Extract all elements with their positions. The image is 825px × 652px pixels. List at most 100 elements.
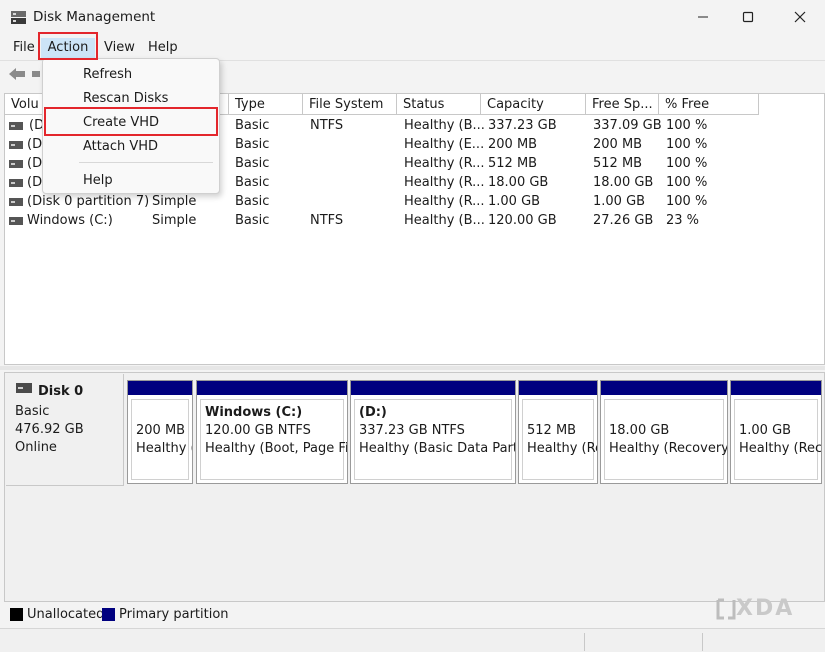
partition-size: 337.23 GB NTFS [359,423,465,438]
close-button[interactable] [777,0,823,34]
primary-partition-bar [519,381,597,395]
menu-view[interactable]: View [104,38,135,58]
partition-title: Windows (C:) [205,405,303,420]
volume-type: Basic [235,137,270,152]
volume-status: Healthy (R... [404,175,485,190]
status-segment [584,633,585,651]
volume-percent-free: 100 % [666,175,708,190]
partition-details: 18.00 GB Healthy (Recovery I [604,399,728,480]
partition-details: (D:) 337.23 GB NTFS Healthy (Basic Data … [354,399,516,480]
volume-free-space: 27.26 GB [593,213,654,228]
xda-logo-icon [716,598,736,620]
minimize-icon [698,16,708,18]
disk-0-label[interactable]: Disk 0 Basic 476.92 GB Online [6,374,124,486]
volume-row[interactable]: (Disk 0 partition 7) Simple Basic Health… [5,193,824,211]
volume-free-space: 200 MB [593,137,643,152]
partition-details: Windows (C:) 120.00 GB NTFS Healthy (Boo… [200,399,347,480]
partition-status: Healthy (Basic Data Partiti [359,441,516,456]
xda-watermark-text: XDA [736,596,795,621]
column-status[interactable]: Status [397,94,481,115]
column-capacity[interactable]: Capacity [481,94,586,115]
volume-percent-free: 100 % [666,156,708,171]
close-icon [794,11,806,23]
volume-status: Healthy (R... [404,194,485,209]
volume-capacity: 1.00 GB [488,194,541,209]
status-bar [0,628,825,652]
partition-block[interactable]: 1.00 GB Healthy (Reco [730,380,822,484]
back-arrow-icon[interactable] [8,67,26,81]
primary-partition-swatch [102,608,115,621]
primary-partition-bar [128,381,192,395]
disk-name: Disk 0 [38,384,84,399]
maximize-icon [742,11,754,23]
forward-arrow-icon[interactable] [32,71,40,77]
pane-splitter[interactable] [0,366,825,370]
disk-size: 476.92 GB [15,422,84,437]
volume-free-space: 1.00 GB [593,194,646,209]
partition-status: Healthy (Re [527,441,598,456]
column-free-space[interactable]: Free Sp... [586,94,659,115]
column-file-system[interactable]: File System [303,94,397,115]
primary-partition-bar [731,381,821,395]
volume-icon [9,160,23,168]
volume-capacity: 337.23 GB [488,118,557,133]
partition-title [527,404,590,422]
partition-details: 200 MB Healthy ( [131,399,193,480]
volume-type: Basic [235,194,270,209]
volume-type: Basic [235,118,270,133]
volume-free-space: 337.09 GB [593,118,662,133]
volume-capacity: 200 MB [488,137,538,152]
unallocated-swatch [10,608,23,621]
menu-separator [79,162,213,163]
legend: Unallocated Primary partition [0,603,825,627]
volume-status: Healthy (B... [404,213,485,228]
partition-block[interactable]: (D:) 337.23 GB NTFS Healthy (Basic Data … [350,380,516,484]
menu-file[interactable]: File [13,38,35,58]
disk-state: Online [15,440,57,455]
partition-block[interactable]: 200 MB Healthy ( [127,380,193,484]
volume-free-space: 512 MB [593,156,643,171]
volume-status: Healthy (B... [404,118,485,133]
partition-size: 200 MB [136,423,186,438]
legend-unallocated: Unallocated [27,607,105,622]
menu-bar: File Action View Help [0,34,825,60]
volume-capacity: 512 MB [488,156,538,171]
partition-block[interactable]: 512 MB Healthy (Re [518,380,598,484]
action-menu-highlight [38,32,98,60]
minimize-button[interactable] [680,0,726,34]
partition-details: 1.00 GB Healthy (Reco [734,399,821,480]
volume-icon [9,198,23,206]
menu-help[interactable]: Help [148,38,178,58]
volume-type: Basic [235,175,270,190]
menu-item-refresh[interactable]: Refresh [47,63,217,87]
primary-partition-bar [601,381,727,395]
partition-block[interactable]: Windows (C:) 120.00 GB NTFS Healthy (Boo… [196,380,348,484]
volume-type: Basic [235,213,270,228]
window-title: Disk Management [33,9,156,25]
menu-item-attach-vhd[interactable]: Attach VHD [47,135,217,159]
volume-status: Healthy (E... [404,137,485,152]
volume-type: Basic [235,156,270,171]
title-bar: Disk Management [0,0,825,34]
volume-percent-free: 23 % [666,213,700,228]
partition-title [609,404,720,422]
column-percent-free[interactable]: % Free [659,94,759,115]
partition-block[interactable]: 18.00 GB Healthy (Recovery I [600,380,728,484]
volume-icon [9,122,23,130]
partition-title [136,404,185,422]
volume-name: (Disk 0 partition 7) [27,194,150,209]
maximize-button[interactable] [725,0,771,34]
volume-status: Healthy (R... [404,156,485,171]
volume-percent-free: 100 % [666,118,708,133]
volume-row[interactable]: Windows (C:) Simple Basic NTFS Healthy (… [5,212,824,230]
menu-item-help[interactable]: Help [47,169,217,193]
partition-status: Healthy ( [136,441,193,456]
volume-free-space: 18.00 GB [593,175,654,190]
volume-percent-free: 100 % [666,194,708,209]
column-type[interactable]: Type [229,94,303,115]
partition-details: 512 MB Healthy (Re [522,399,598,480]
partition-size: 1.00 GB [739,423,792,438]
primary-partition-bar [351,381,515,395]
partition-status: Healthy (Recovery I [609,441,728,456]
volume-capacity: 120.00 GB [488,213,557,228]
